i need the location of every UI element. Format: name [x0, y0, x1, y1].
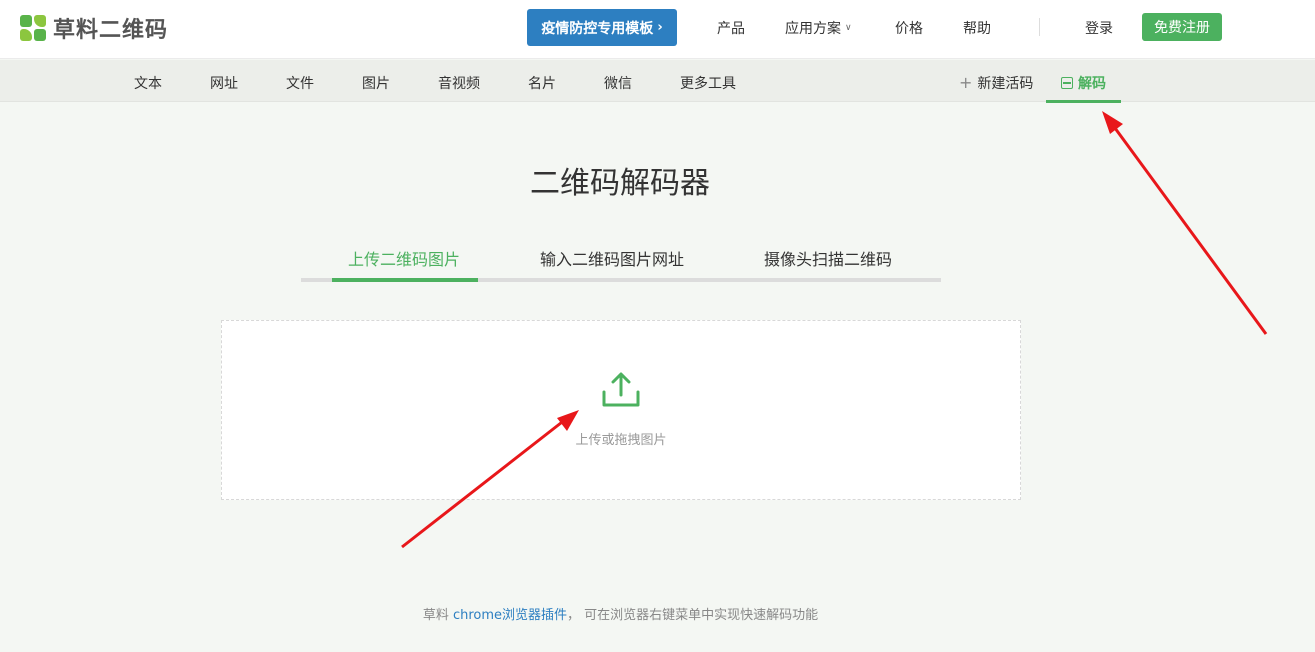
tab-camera-scan[interactable]: 摄像头扫描二维码 — [764, 246, 892, 270]
upload-dropzone[interactable]: 上传或拖拽图片 — [221, 320, 1021, 500]
decode-tab-indicator — [1046, 100, 1121, 103]
subnav-item-url[interactable]: 网址 — [210, 73, 238, 93]
decode-method-tabs: 上传二维码图片 输入二维码图片网址 摄像头扫描二维码 — [301, 240, 941, 282]
subnav-item-more-tools[interactable]: 更多工具 — [680, 73, 736, 93]
login-link[interactable]: 登录 — [1085, 18, 1113, 38]
site-logo[interactable]: 草料二维码 — [20, 12, 168, 44]
nav-pricing[interactable]: 价格 — [895, 18, 923, 38]
chevron-right-icon: › — [657, 20, 663, 35]
subnav-item-wechat[interactable]: 微信 — [604, 73, 632, 93]
header-divider — [1039, 18, 1040, 36]
plus-icon: + — [959, 73, 973, 92]
new-live-code-link[interactable]: + 新建活码 — [959, 73, 1033, 93]
nav-pricing-label: 价格 — [895, 21, 923, 37]
footer-suffix: ， 可在浏览器右键菜单中实现快速解码功能 — [567, 608, 819, 623]
top-header: 草料二维码 疫情防控专用模板 › 产品 应用方案 ∨ 价格 帮助 登录 免费注册 — [0, 0, 1315, 59]
nav-solutions[interactable]: 应用方案 ∨ — [785, 18, 852, 38]
subnav-item-audio-video[interactable]: 音视频 — [438, 73, 480, 93]
epidemic-template-button[interactable]: 疫情防控专用模板 › — [527, 9, 677, 46]
sub-navigation: 文本 网址 文件 图片 音视频 名片 微信 更多工具 + 新建活码 解码 — [0, 60, 1315, 102]
active-tab-indicator — [332, 278, 478, 282]
new-live-code-label: 新建活码 — [977, 76, 1034, 92]
nav-help-label: 帮助 — [963, 21, 991, 37]
nav-help[interactable]: 帮助 — [963, 18, 991, 38]
tab-image-url[interactable]: 输入二维码图片网址 — [540, 246, 684, 270]
upload-label: 上传或拖拽图片 — [575, 433, 667, 448]
nav-products[interactable]: 产品 — [717, 18, 745, 38]
footer-prefix: 草料 — [422, 608, 453, 623]
tab-upload-image[interactable]: 上传二维码图片 — [348, 246, 460, 270]
page-title: 二维码解码器 — [530, 166, 710, 201]
logo-icon — [20, 14, 47, 42]
subnav-item-image[interactable]: 图片 — [362, 73, 390, 93]
logo-text: 草料二维码 — [53, 18, 169, 43]
decode-label: 解码 — [1078, 76, 1106, 92]
register-button[interactable]: 免费注册 — [1142, 13, 1222, 41]
annotation-arrow-decode — [1102, 111, 1268, 335]
subnav-item-business-card[interactable]: 名片 — [528, 73, 556, 93]
register-label: 免费注册 — [1154, 20, 1210, 36]
chevron-down-icon: ∨ — [845, 23, 852, 33]
promo-button-label: 疫情防控专用模板 — [541, 20, 654, 37]
login-label: 登录 — [1085, 21, 1113, 37]
nav-solutions-label: 应用方案 — [785, 21, 841, 37]
upload-icon — [602, 372, 640, 407]
decode-tab[interactable]: 解码 — [1061, 73, 1106, 93]
footer-note: 草料 chrome浏览器插件， 可在浏览器右键菜单中实现快速解码功能 — [0, 604, 1241, 623]
subnav-item-file[interactable]: 文件 — [286, 73, 314, 93]
chrome-plugin-link[interactable]: chrome浏览器插件 — [453, 608, 567, 623]
scan-icon — [1061, 77, 1073, 89]
nav-products-label: 产品 — [717, 21, 745, 37]
subnav-item-text[interactable]: 文本 — [134, 73, 162, 93]
